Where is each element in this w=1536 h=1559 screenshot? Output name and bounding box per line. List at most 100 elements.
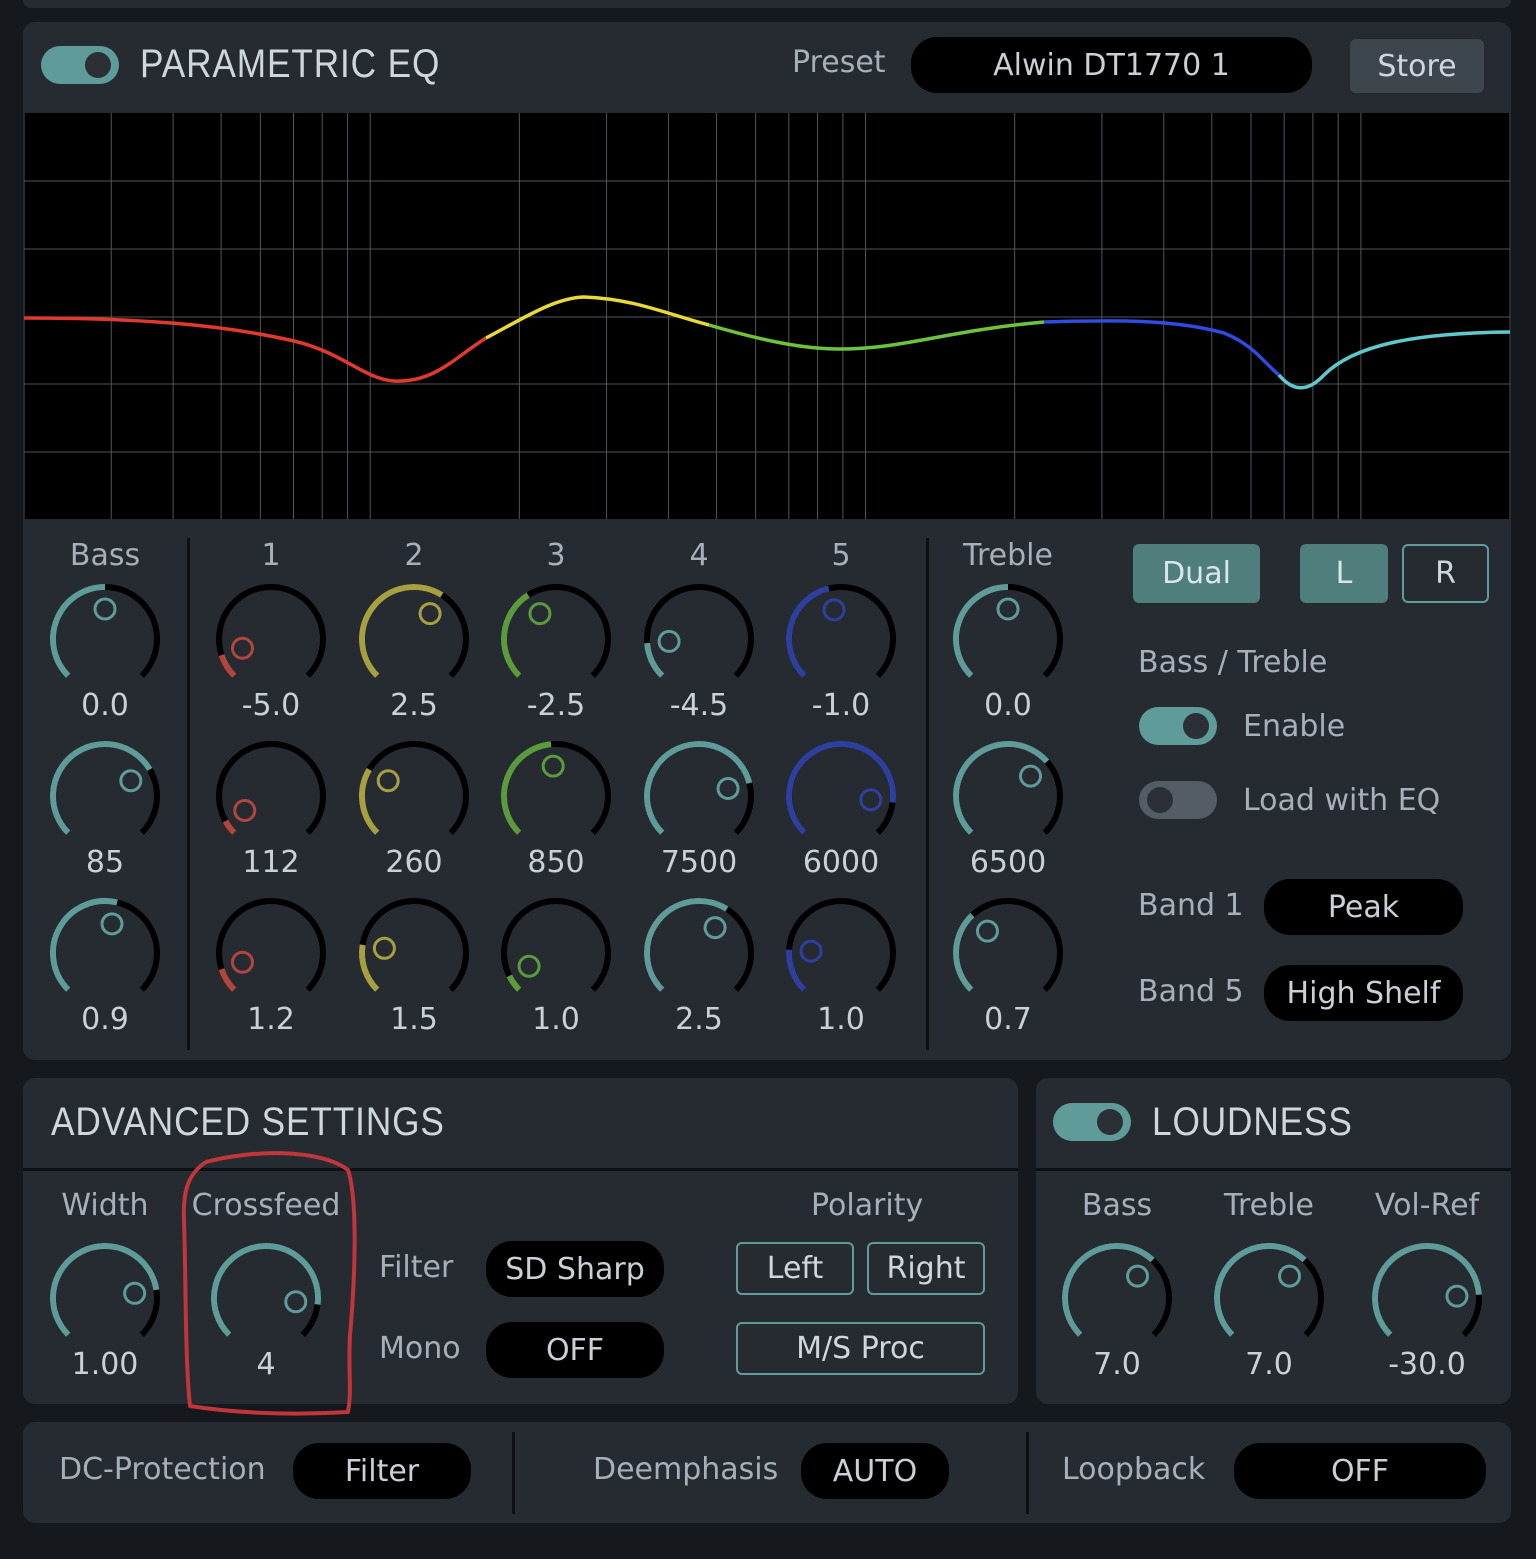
loudness-enable-toggle[interactable] [1053, 1103, 1131, 1141]
width-label: Width [61, 1188, 149, 1223]
band-label-6: Treble [963, 538, 1053, 573]
dc-protection-select[interactable]: Filter [293, 1443, 471, 1499]
crossfeed-knob[interactable] [201, 1233, 331, 1363]
band5-type-select[interactable]: High Shelf [1264, 965, 1463, 1021]
load-with-eq-label: Load with EQ [1243, 783, 1441, 818]
eq-curve-cyan [1277, 330, 1510, 390]
band-4-freq-knob[interactable] [634, 731, 764, 861]
band-1-freq-value: 112 [242, 845, 300, 880]
band-6-gain-knob[interactable] [943, 574, 1073, 704]
eq-curve-red [24, 316, 487, 383]
band-3-gain-knob[interactable] [491, 574, 621, 704]
loudness-bass-label: Bass [1081, 1188, 1153, 1223]
top-strip [23, 0, 1511, 8]
band-1-gain-knob[interactable] [206, 574, 336, 704]
polarity-right-button[interactable]: Right [867, 1242, 985, 1295]
filter-select[interactable]: SD Sharp [486, 1241, 664, 1297]
right-channel-button[interactable]: R [1402, 544, 1489, 603]
bass-treble-enable-toggle[interactable] [1139, 707, 1217, 745]
band-2-q-knob[interactable] [349, 888, 479, 1018]
band-5-freq-value: 6000 [802, 845, 880, 880]
deemphasis-label: Deemphasis [593, 1452, 779, 1487]
band-6-gain-value: 0.0 [984, 688, 1032, 723]
polarity-label: Polarity [811, 1188, 924, 1223]
band-0-gain-knob[interactable] [40, 574, 170, 704]
eq-title: PARAMETRIC EQ [140, 42, 441, 86]
ms-proc-button[interactable]: M/S Proc [736, 1322, 985, 1375]
band-label-5: 5 [831, 538, 851, 573]
band-2-q-value: 1.5 [390, 1002, 438, 1037]
preset-label: Preset [792, 45, 886, 80]
bands-divider-left [187, 538, 190, 1050]
loopback-select[interactable]: OFF [1234, 1443, 1486, 1499]
loudness-volref-label: Vol-Ref [1374, 1188, 1480, 1223]
dc-protection-label: DC-Protection [59, 1452, 266, 1487]
band-1-q-value: 1.2 [247, 1002, 295, 1037]
polarity-left-button[interactable]: Left [736, 1242, 854, 1295]
band-label-0: Bass [69, 538, 141, 573]
band-4-q-knob[interactable] [634, 888, 764, 1018]
band-0-freq-value: 85 [85, 845, 125, 880]
filter-label: Filter [379, 1250, 454, 1285]
band-0-gain-value: 0.0 [81, 688, 129, 723]
store-button[interactable]: Store [1350, 39, 1484, 93]
band-2-freq-knob[interactable] [349, 731, 479, 861]
band-0-freq-knob[interactable] [40, 731, 170, 861]
footer-divider-1 [512, 1432, 515, 1514]
band-4-gain-value: -4.5 [669, 688, 729, 723]
loopback-label: Loopback [1062, 1452, 1206, 1487]
advanced-title: ADVANCED SETTINGS [51, 1100, 445, 1144]
band-label-3: 3 [546, 538, 566, 573]
band-5-gain-value: -1.0 [811, 688, 871, 723]
band-1-gain-value: -5.0 [241, 688, 301, 723]
band-2-freq-value: 260 [385, 845, 443, 880]
band-6-q-knob[interactable] [943, 888, 1073, 1018]
band1-type-select[interactable]: Peak [1264, 879, 1463, 935]
eq-curve-green [708, 320, 1045, 351]
dual-button[interactable]: Dual [1133, 544, 1260, 603]
band1-type-label: Band 1 [1138, 888, 1244, 923]
band-4-freq-value: 7500 [660, 845, 738, 880]
loudness-treble-knob[interactable] [1204, 1233, 1334, 1363]
loudness-volref-knob[interactable] [1362, 1233, 1492, 1363]
band-3-freq-value: 850 [527, 845, 585, 880]
eq-enable-toggle[interactable] [41, 46, 119, 84]
band-1-q-knob[interactable] [206, 888, 336, 1018]
loudness-title: LOUDNESS [1152, 1100, 1353, 1144]
footer-divider-2 [1026, 1432, 1029, 1514]
band-5-gain-knob[interactable] [776, 574, 906, 704]
left-channel-button[interactable]: L [1300, 544, 1388, 603]
band-0-q-knob[interactable] [40, 888, 170, 1018]
band-6-freq-value: 6500 [969, 845, 1047, 880]
band-6-freq-knob[interactable] [943, 731, 1073, 861]
load-with-eq-toggle[interactable] [1139, 781, 1217, 819]
band-3-q-knob[interactable] [491, 888, 621, 1018]
band-1-freq-knob[interactable] [206, 731, 336, 861]
width-knob[interactable] [40, 1233, 170, 1363]
band-3-freq-knob[interactable] [491, 731, 621, 861]
band-label-2: 2 [404, 538, 424, 573]
band-4-q-value: 2.5 [675, 1002, 723, 1037]
band-3-q-value: 1.0 [532, 1002, 580, 1037]
band-5-q-knob[interactable] [776, 888, 906, 1018]
band-5-freq-knob[interactable] [776, 731, 906, 861]
mono-select[interactable]: OFF [486, 1322, 664, 1378]
loudness-bass-knob[interactable] [1052, 1233, 1182, 1363]
band-0-q-value: 0.9 [81, 1002, 129, 1037]
band-label-1: 1 [261, 538, 281, 573]
deemphasis-select[interactable]: AUTO [801, 1443, 949, 1499]
preset-select[interactable]: Alwin DT1770 1 [911, 37, 1312, 93]
loudness-treble-label: Treble [1224, 1188, 1314, 1223]
band-3-gain-value: -2.5 [526, 688, 586, 723]
bass-treble-heading: Bass / Treble [1138, 645, 1328, 680]
loudness-header-divider [1036, 1168, 1511, 1171]
mono-label: Mono [379, 1331, 461, 1366]
eq-curve-blue [1043, 319, 1281, 377]
band-2-gain-knob[interactable] [349, 574, 479, 704]
band-label-4: 4 [689, 538, 709, 573]
eq-graph [24, 113, 1510, 519]
band-5-q-value: 1.0 [817, 1002, 865, 1037]
band-6-q-value: 0.7 [984, 1002, 1032, 1037]
band-4-gain-knob[interactable] [634, 574, 764, 704]
bands-divider-right [926, 538, 929, 1050]
